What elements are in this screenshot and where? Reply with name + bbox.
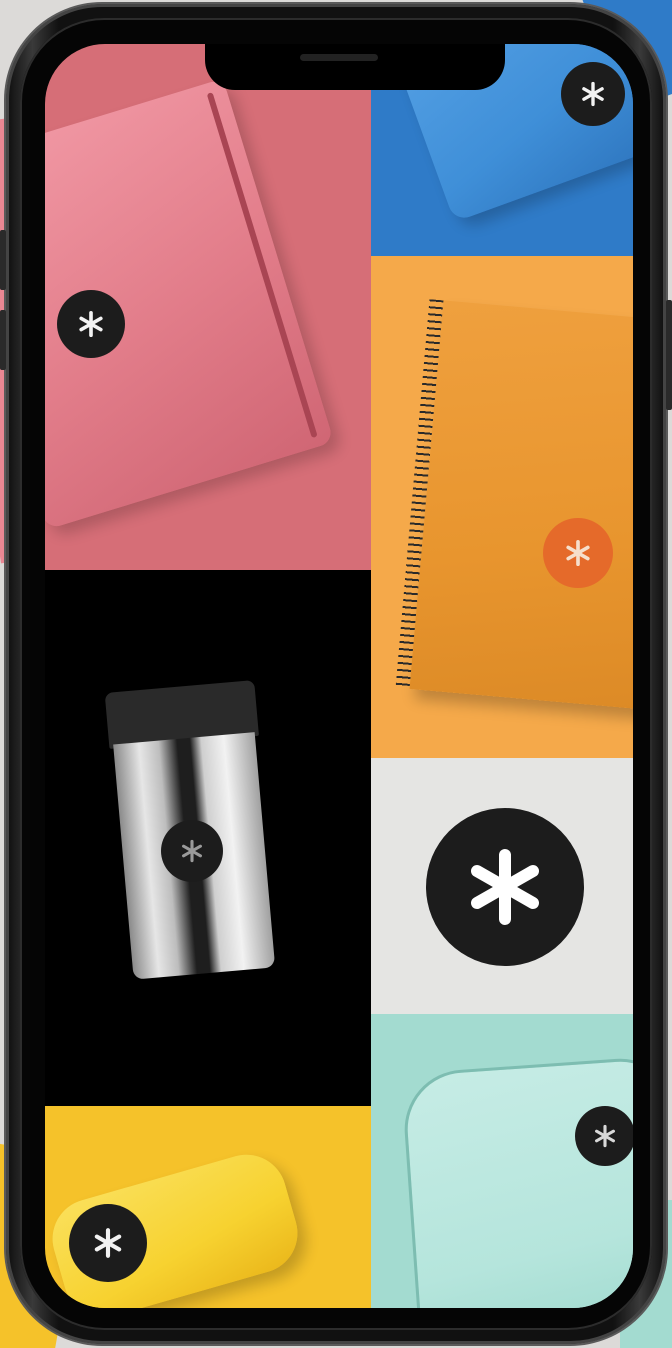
asterisk-logo-icon [543,518,613,588]
asterisk-logo-icon [426,808,584,966]
tile-pink-pencil-case[interactable] [45,44,371,570]
phone-screen [45,44,633,1308]
tile-yellow-pencil-case[interactable] [45,1106,371,1308]
orange-spiral-notebook [395,299,633,712]
tile-orange-notebook[interactable] [371,256,633,758]
phone-notch [205,44,505,90]
asterisk-logo-icon [69,1204,147,1282]
asterisk-logo-icon [57,290,125,358]
asterisk-logo-icon [575,1106,633,1166]
asterisk-logo-icon [161,820,223,882]
asterisk-logo-icon [561,62,625,126]
speaker-grille [300,54,378,61]
teal-backpack [400,1054,633,1308]
power-button [666,300,672,410]
volume-button [0,310,6,370]
volume-button [0,230,6,290]
tile-teal-backpack[interactable] [371,1014,633,1308]
tile-black-tumbler[interactable] [45,570,371,1106]
tile-brand-logo[interactable] [371,758,633,1014]
